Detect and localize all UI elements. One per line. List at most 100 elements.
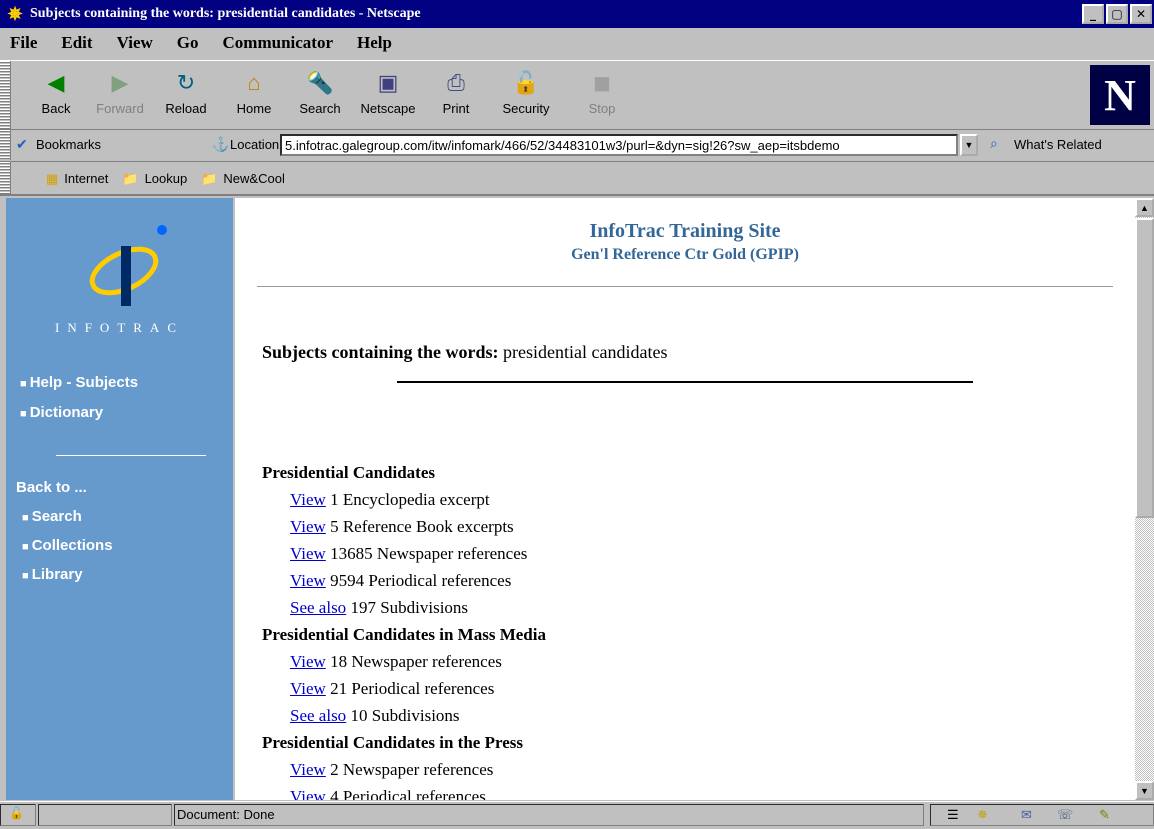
netscape-icon: ▣ — [377, 70, 399, 95]
security-label: Security — [502, 101, 550, 116]
see-also-link[interactable]: See also — [290, 598, 346, 617]
result-count-text: 4 Periodical references — [330, 787, 486, 800]
page-content: InfoTrac Training Site Gen'l Reference C… — [235, 198, 1135, 800]
lock-icon: 🔓 — [512, 70, 540, 95]
folder-icon: 📁 — [122, 171, 139, 186]
personal-label: Internet — [64, 171, 109, 186]
vertical-scrollbar[interactable]: ▲ ▼ — [1135, 198, 1154, 800]
personal-item-lookup[interactable]: 📁 Lookup — [122, 171, 187, 187]
reload-label: Reload — [165, 101, 207, 116]
view-link[interactable]: View — [290, 490, 326, 509]
netscape-button[interactable]: ▣ Netscape — [356, 69, 420, 116]
composer-icon[interactable]: ✎ — [1099, 807, 1110, 823]
forward-button[interactable]: ▶ Forward — [88, 69, 152, 116]
view-link[interactable]: View — [290, 652, 326, 671]
back-button[interactable]: ◀ Back — [24, 69, 88, 116]
stop-label: Stop — [588, 101, 616, 116]
print-button[interactable]: ⎙ Print — [424, 69, 488, 116]
progress-bar — [38, 804, 172, 826]
personal-item-internet[interactable]: ▦ Internet — [46, 171, 108, 187]
scroll-thumb[interactable] — [1135, 218, 1154, 518]
window-title: Subjects containing the words: president… — [30, 6, 421, 21]
navigator-component-icon[interactable]: ✵ — [977, 807, 988, 823]
print-label: Print — [442, 101, 470, 116]
stop-button[interactable]: ◼ Stop — [570, 69, 634, 116]
result-row: View 21 Periodical references — [262, 675, 546, 702]
location-grip[interactable] — [0, 130, 11, 160]
result-row: View 13685 Newspaper references — [262, 540, 546, 567]
result-count-text: 1 Encyclopedia excerpt — [330, 490, 490, 509]
reload-button[interactable]: ↻ Reload — [154, 69, 218, 116]
close-button[interactable]: ✕ — [1130, 4, 1152, 24]
maximize-button[interactable]: ▢ — [1106, 4, 1128, 24]
view-link[interactable]: View — [290, 679, 326, 698]
home-icon: ⌂ — [247, 70, 261, 95]
view-link[interactable]: View — [290, 760, 326, 779]
minimize-button[interactable]: _ — [1082, 4, 1104, 24]
internet-icon: ▦ — [46, 171, 59, 186]
help-subjects-link[interactable]: Help - Subjects — [20, 374, 138, 391]
result-row: View 18 Newspaper references — [262, 648, 546, 675]
view-link[interactable]: View — [290, 787, 326, 800]
result-row: View 1 Encyclopedia excerpt — [262, 486, 546, 513]
whats-related-button[interactable]: What's Related — [1014, 137, 1102, 152]
results-heading-label: Subjects containing the words: — [262, 342, 499, 362]
menu-file[interactable]: File — [10, 33, 37, 53]
search-link[interactable]: Search — [22, 508, 113, 525]
location-icon: ⚓ — [212, 136, 230, 152]
subject-heading: Presidential Candidates — [262, 463, 436, 482]
bookmarks-icon: ✔ — [16, 136, 28, 152]
security-button[interactable]: 🔓 Security — [494, 69, 558, 116]
personal-label: Lookup — [144, 171, 188, 186]
menu-view[interactable]: View — [117, 33, 153, 53]
mail-icon[interactable]: ✉ — [1021, 807, 1032, 823]
result-row: View 9594 Periodical references — [262, 567, 546, 594]
location-label: Location: — [230, 137, 283, 152]
library-link[interactable]: Library — [22, 566, 113, 583]
back-to-label: Back to ... — [16, 479, 87, 496]
whats-related-icon: ⌕ — [990, 135, 998, 151]
personal-item-newcool[interactable]: 📁 New&Cool — [201, 171, 285, 187]
scroll-down-button[interactable]: ▼ — [1135, 781, 1154, 800]
bookmarks-button[interactable]: Bookmarks — [36, 137, 101, 152]
netscape-label: Netscape — [360, 101, 416, 116]
see-also-link[interactable]: See also — [290, 706, 346, 725]
infotrac-logo — [89, 225, 167, 306]
url-dropdown-button[interactable]: ▼ — [960, 134, 978, 156]
toolbar-grip[interactable] — [0, 61, 11, 129]
home-button[interactable]: ⌂ Home — [222, 69, 286, 116]
results-list: Presidential Candidates View 1 Encycloped… — [262, 459, 546, 800]
navigator-icon[interactable]: ☰ — [947, 807, 959, 823]
result-count-text: 2 Newspaper references — [330, 760, 494, 779]
subject-heading: Presidential Candidates in the Press — [262, 733, 523, 752]
home-label: Home — [236, 101, 272, 116]
status-bar: 🔓 Document: Done ☰ ✵ ✉ ☏ ✎ — [0, 801, 1154, 829]
result-count-text: 197 Subdivisions — [350, 598, 469, 617]
collections-link[interactable]: Collections — [22, 537, 113, 554]
netscape-logo[interactable]: N — [1090, 65, 1150, 125]
discussion-icon[interactable]: ☏ — [1057, 807, 1073, 823]
print-icon: ⎙ — [447, 70, 465, 95]
sidebar-divider — [56, 455, 206, 456]
security-status-icon[interactable]: 🔓 — [0, 804, 36, 826]
personal-grip[interactable] — [0, 162, 11, 194]
personal-toolbar: ▦ Internet 📁 Lookup 📁 New&Cool — [0, 162, 1154, 196]
menu-help[interactable]: Help — [357, 33, 392, 53]
search-label: Search — [299, 101, 341, 116]
url-field[interactable]: 5.infotrac.galegroup.com/itw/infomark/46… — [280, 134, 958, 156]
scroll-up-button[interactable]: ▲ — [1135, 198, 1154, 217]
menu-communicator[interactable]: Communicator — [223, 33, 333, 53]
search-icon: 🔦 — [306, 70, 334, 95]
menu-edit[interactable]: Edit — [61, 33, 92, 53]
search-button[interactable]: 🔦 Search — [288, 69, 352, 116]
result-row: See also 197 Subdivisions — [262, 594, 546, 621]
window-titlebar: ✵ Subjects containing the words: preside… — [0, 0, 1154, 28]
view-link[interactable]: View — [290, 544, 326, 563]
view-link[interactable]: View — [290, 571, 326, 590]
dictionary-link[interactable]: Dictionary — [20, 404, 138, 421]
result-row: See also 10 Subdivisions — [262, 702, 546, 729]
menu-go[interactable]: Go — [177, 33, 199, 53]
view-link[interactable]: View — [290, 517, 326, 536]
netscape-app-icon[interactable]: ✵ — [4, 3, 26, 25]
back-label: Back — [41, 101, 71, 116]
